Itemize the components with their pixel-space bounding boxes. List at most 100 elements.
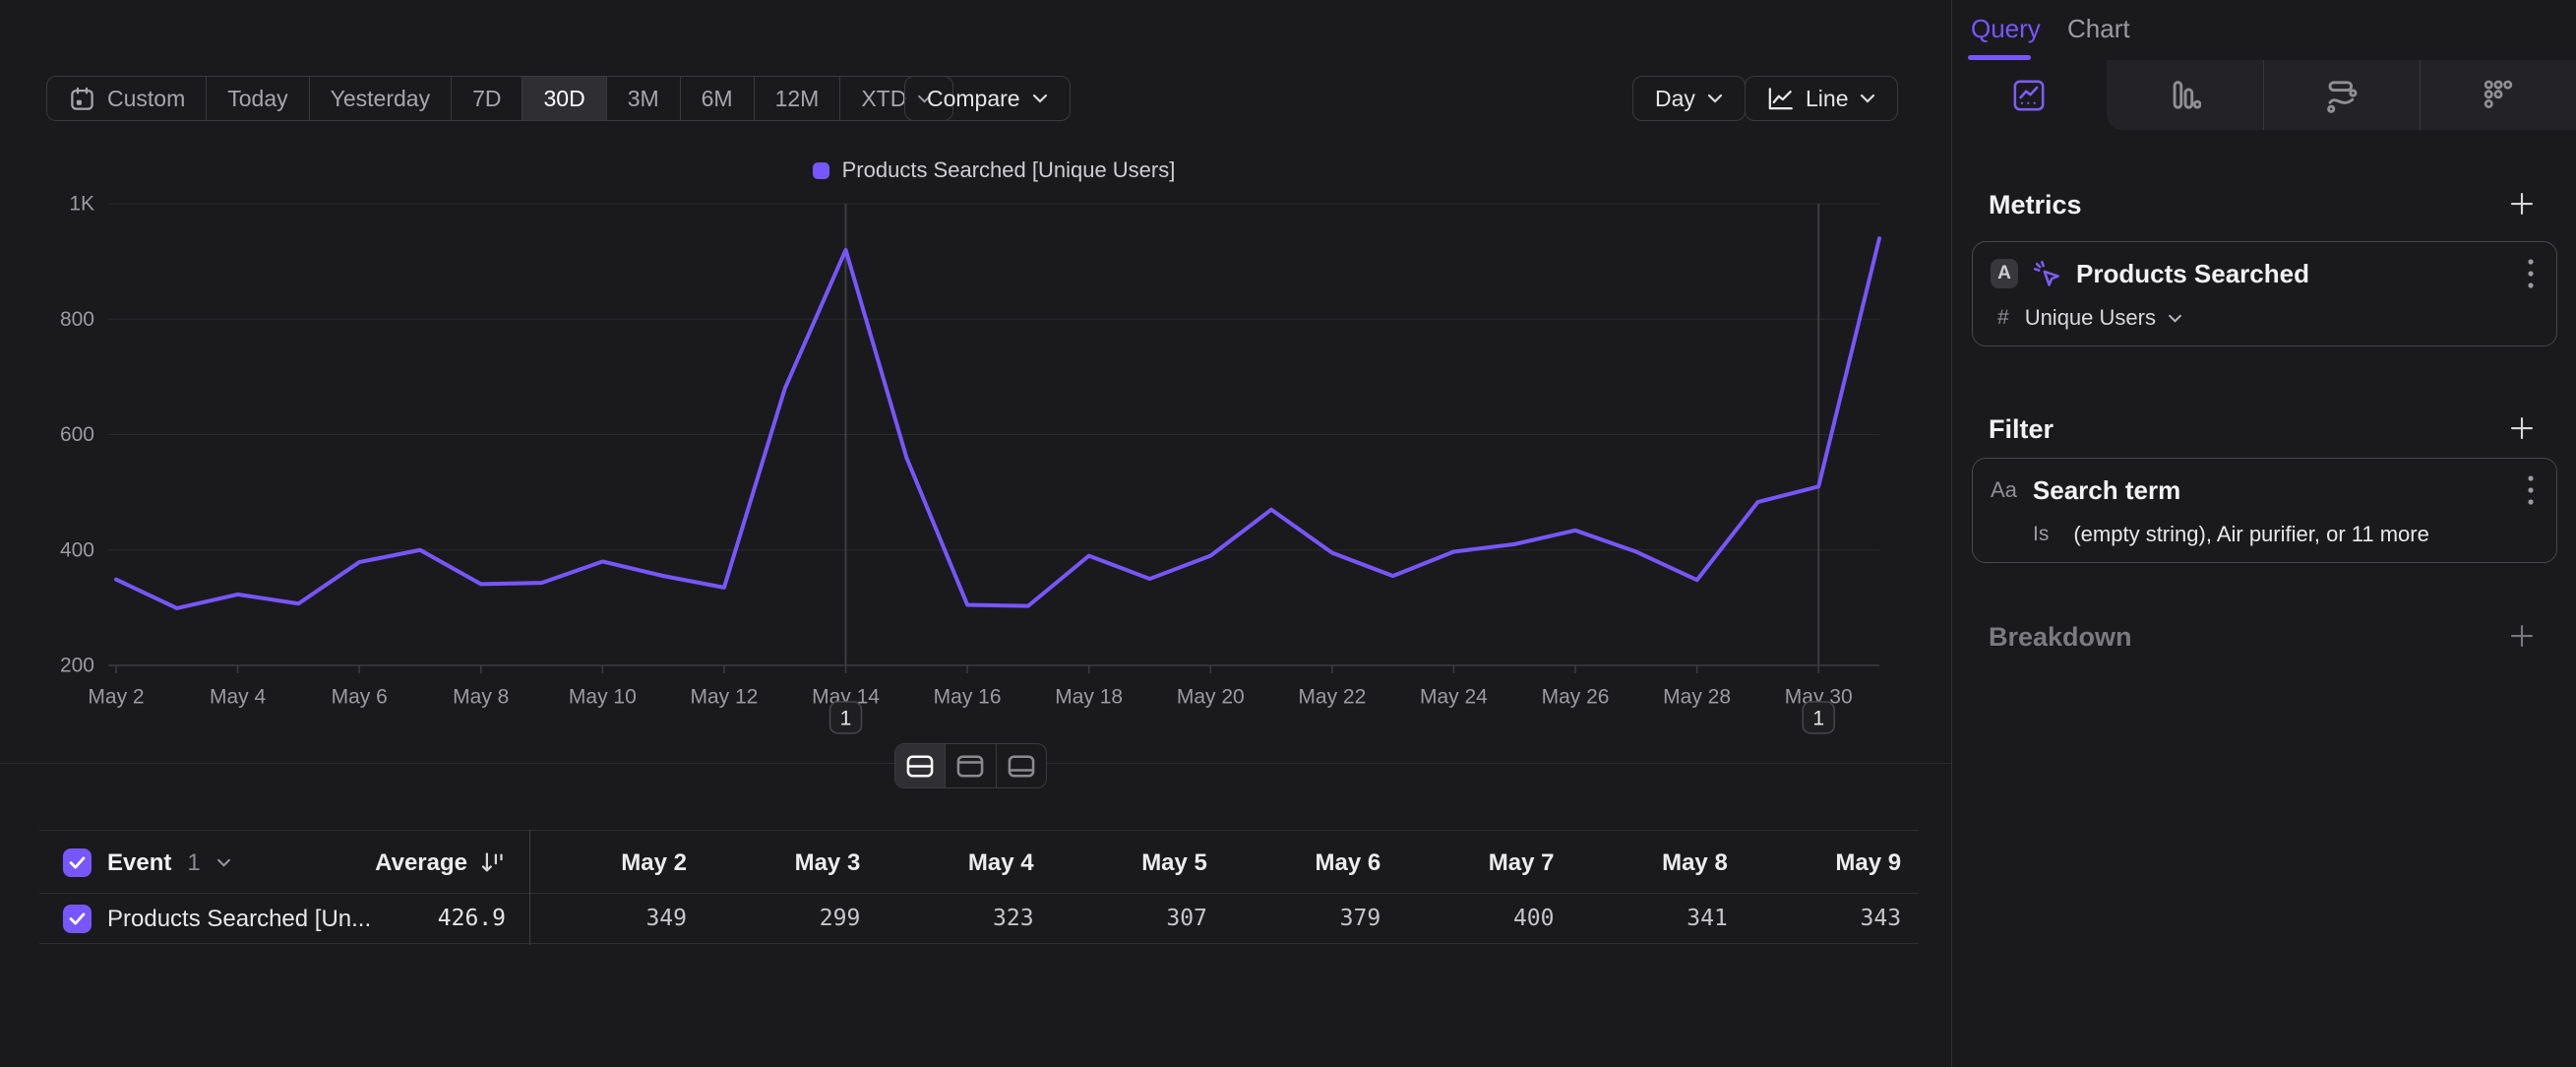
retention-icon bbox=[2483, 79, 2514, 112]
chart-type-button[interactable]: Line bbox=[1745, 76, 1898, 121]
split-view-icon bbox=[906, 755, 934, 778]
date-column-header[interactable]: May 4 bbox=[867, 831, 1034, 895]
table-row[interactable]: Products Searched [Un... 426.9 349299323… bbox=[39, 894, 1919, 944]
date-column-header[interactable]: May 7 bbox=[1387, 831, 1555, 895]
chart-only-view-button[interactable] bbox=[945, 744, 995, 787]
view-layout-toggle[interactable] bbox=[894, 743, 1047, 788]
row-series-name: Products Searched [Un... bbox=[107, 906, 371, 933]
range-label: 6M bbox=[702, 86, 733, 112]
table-only-view-button[interactable] bbox=[996, 744, 1046, 787]
y-axis-label: 600 bbox=[60, 423, 94, 446]
cell-value: 299 bbox=[693, 894, 860, 944]
x-axis-label: May 28 bbox=[1663, 685, 1731, 708]
compare-label: Compare bbox=[927, 86, 1020, 112]
range-3m[interactable]: 3M bbox=[606, 77, 680, 120]
table-header-row: Event 1 Average May 2May 3May 4May 5May … bbox=[39, 830, 1919, 894]
range-today[interactable]: Today bbox=[206, 77, 308, 120]
tab-insights[interactable] bbox=[1970, 60, 2088, 130]
tab-funnels[interactable] bbox=[2126, 60, 2244, 130]
chevron-down-icon bbox=[2168, 314, 2182, 323]
range-6m[interactable]: 6M bbox=[680, 77, 754, 120]
plus-icon bbox=[2507, 189, 2537, 219]
results-table: Event 1 Average May 2May 3May 4May 5May … bbox=[39, 830, 1919, 944]
breakdown-heading: Breakdown bbox=[1989, 622, 2132, 653]
cell-value: 349 bbox=[520, 894, 687, 944]
tab-separator bbox=[2420, 60, 2421, 130]
chart-legend: Products Searched [Unique Users] bbox=[108, 157, 1879, 183]
granularity-button[interactable]: Day bbox=[1632, 76, 1746, 121]
cell-value: 379 bbox=[1213, 894, 1380, 944]
range-label: Today bbox=[227, 86, 287, 112]
tab-flows[interactable] bbox=[2283, 60, 2401, 130]
flows-icon bbox=[2325, 78, 2359, 113]
range-label: Yesterday bbox=[331, 86, 430, 112]
y-axis-label: 800 bbox=[60, 308, 94, 331]
date-column-header[interactable]: May 8 bbox=[1561, 831, 1728, 895]
date-column-header[interactable]: May 2 bbox=[520, 831, 687, 895]
sidebar-tabs: Query Chart bbox=[1952, 0, 2576, 60]
average-column-header[interactable]: Average bbox=[375, 831, 506, 895]
x-axis-label: May 22 bbox=[1298, 685, 1366, 708]
add-metric-button[interactable] bbox=[2507, 189, 2537, 223]
date-column-header[interactable]: May 6 bbox=[1213, 831, 1380, 895]
tab-retention[interactable] bbox=[2439, 60, 2557, 130]
string-property-icon: Aa bbox=[1991, 477, 2017, 503]
range-label: Custom bbox=[107, 86, 185, 112]
aggregation-selector[interactable]: Unique Users bbox=[2025, 305, 2156, 331]
x-axis-label: May 2 bbox=[88, 685, 144, 708]
metric-card[interactable]: A Products Searched # Unique Users bbox=[1972, 241, 2557, 346]
tab-chart[interactable]: Chart bbox=[2067, 14, 2130, 44]
date-column-header[interactable]: May 9 bbox=[1734, 831, 1901, 895]
range-custom[interactable]: Custom bbox=[47, 77, 206, 120]
metric-letter-badge: A bbox=[1991, 259, 2018, 288]
chart-type-label: Line bbox=[1806, 86, 1848, 112]
metrics-heading: Metrics bbox=[1989, 190, 2082, 220]
range-30d[interactable]: 30D bbox=[521, 77, 605, 120]
x-axis-label: May 4 bbox=[210, 685, 267, 708]
check-icon bbox=[69, 912, 86, 925]
range-label: 3M bbox=[628, 86, 659, 112]
add-filter-button[interactable] bbox=[2507, 413, 2537, 448]
x-axis-label: May 24 bbox=[1420, 685, 1488, 708]
range-7d[interactable]: 7D bbox=[451, 77, 521, 120]
compare-button[interactable]: Compare bbox=[904, 76, 1071, 121]
filter-value[interactable]: (empty string), Air purifier, or 11 more bbox=[2073, 522, 2429, 547]
range-yesterday[interactable]: Yesterday bbox=[309, 77, 451, 120]
range-label: 7D bbox=[472, 86, 501, 112]
range-label: XTD bbox=[861, 86, 906, 112]
filter-property-name: Search term bbox=[2033, 475, 2180, 506]
row-checkbox[interactable] bbox=[63, 905, 92, 933]
filter-card[interactable]: Aa Search term Is (empty string), Air pu… bbox=[1972, 458, 2557, 563]
filter-heading: Filter bbox=[1989, 414, 2054, 445]
aggregation-type-icon: # bbox=[1997, 306, 2009, 330]
x-axis-label: May 8 bbox=[453, 685, 509, 708]
event-header[interactable]: Event 1 bbox=[63, 831, 231, 895]
x-axis-label: May 6 bbox=[332, 685, 388, 708]
metric-menu-button[interactable] bbox=[2527, 256, 2535, 296]
tab-query[interactable]: Query bbox=[1971, 14, 2041, 44]
chevron-down-icon bbox=[1707, 94, 1723, 103]
kebab-icon bbox=[2527, 472, 2535, 508]
y-axis-label: 400 bbox=[60, 538, 94, 561]
date-range-selector[interactable]: Custom Today Yesterday 7D 30D 3M 6M 12M XTD bbox=[46, 76, 953, 121]
series-products-searched[interactable] bbox=[116, 238, 1879, 608]
filter-menu-button[interactable] bbox=[2527, 472, 2535, 513]
kebab-icon bbox=[2527, 256, 2535, 291]
split-view-button[interactable] bbox=[895, 744, 945, 787]
annotation-count: 1 bbox=[840, 708, 852, 730]
filter-operator[interactable]: Is bbox=[2033, 523, 2049, 546]
row-header: Products Searched [Un... bbox=[63, 894, 371, 944]
select-all-checkbox[interactable] bbox=[63, 848, 92, 877]
event-count: 1 bbox=[187, 849, 200, 877]
average-value: 426.9 bbox=[438, 894, 506, 944]
range-12m[interactable]: 12M bbox=[754, 77, 840, 120]
tab-separator bbox=[2263, 60, 2264, 130]
column-separator bbox=[529, 830, 530, 945]
range-label: 12M bbox=[775, 86, 820, 112]
add-breakdown-button[interactable] bbox=[2507, 621, 2537, 656]
metric-name: Products Searched bbox=[2076, 259, 2309, 289]
date-column-header[interactable]: May 3 bbox=[693, 831, 860, 895]
date-column-header[interactable]: May 5 bbox=[1040, 831, 1207, 895]
chevron-down-icon bbox=[216, 858, 231, 867]
sort-descending-icon bbox=[479, 849, 506, 876]
